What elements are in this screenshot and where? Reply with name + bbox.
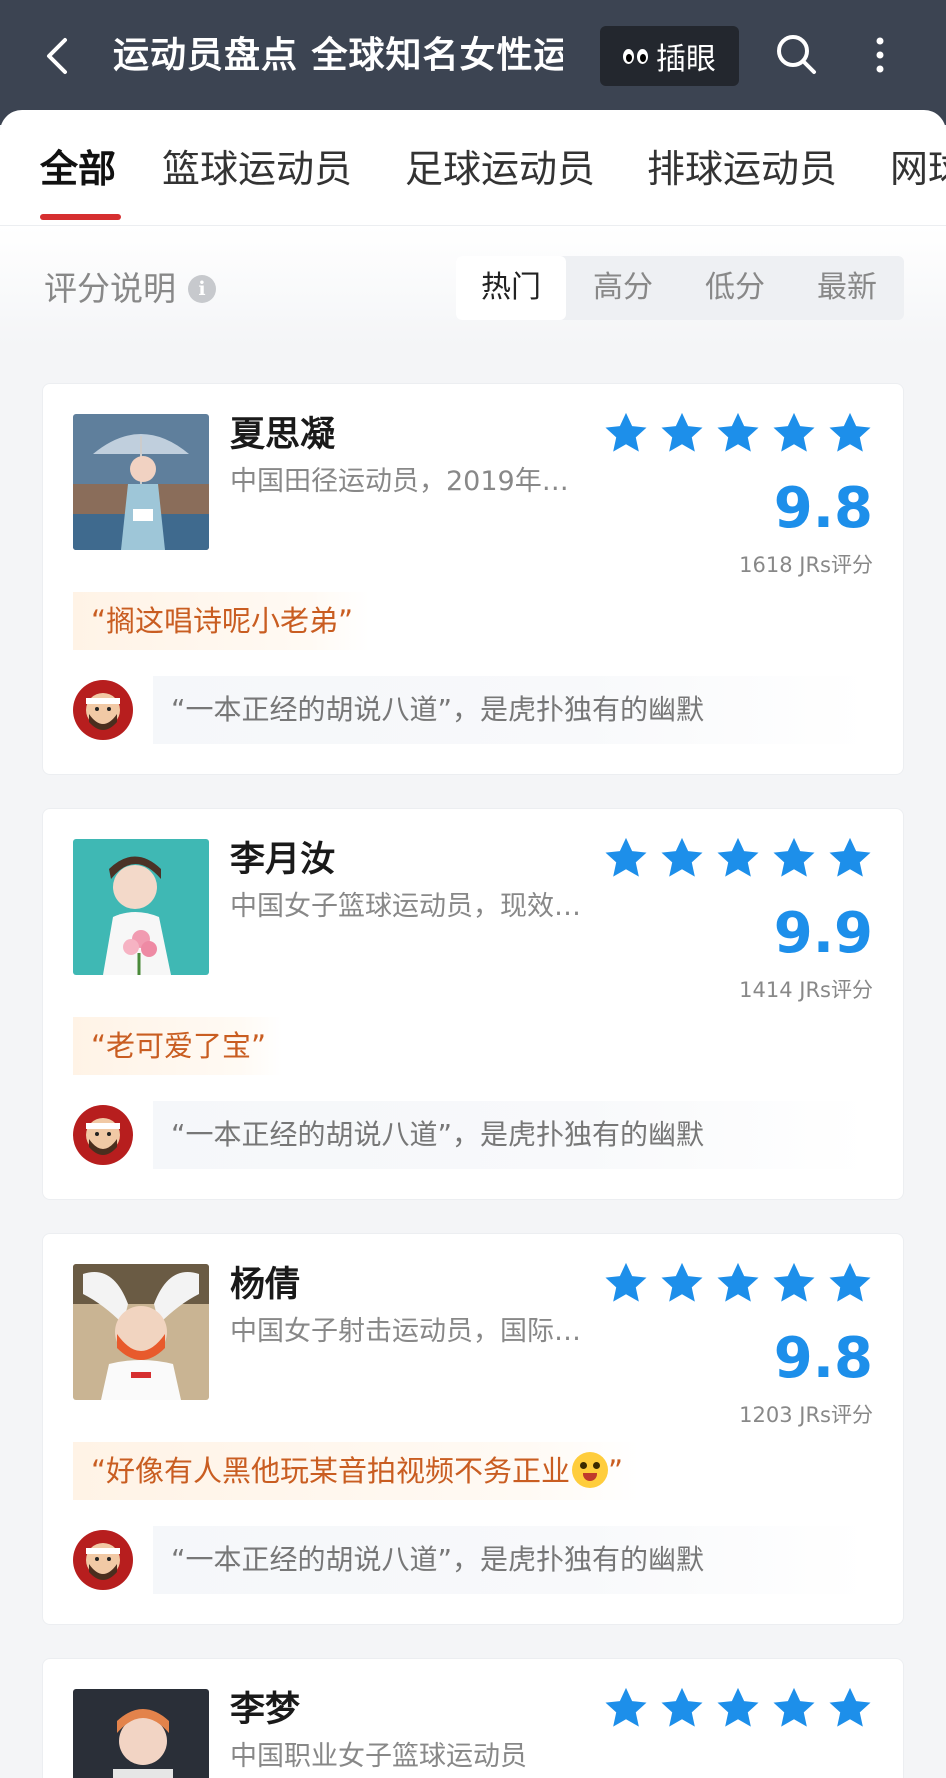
star-icon — [661, 412, 703, 452]
commenter-avatar[interactable] — [73, 1105, 133, 1165]
back-arrow-icon[interactable] — [38, 30, 78, 82]
athlete-name: 夏思凝 — [230, 415, 336, 455]
athlete-card[interactable]: 夏思凝 中国田径运动员，2019年… 9.8 1618 JRs评分 “搁这唱诗呢… — [42, 383, 904, 775]
eyes-icon — [623, 48, 648, 64]
star-icon — [605, 837, 647, 877]
star-icon — [717, 1262, 759, 1302]
top-quote[interactable]: “老可爱了宝” — [73, 1017, 283, 1075]
top-quote-end: ” — [608, 1454, 624, 1488]
star-icon — [773, 1262, 815, 1302]
athlete-card[interactable]: 杨倩 中国女子射击运动员，国际… 9.8 1203 JRs评分 “好像有人黑他玩… — [42, 1233, 904, 1625]
star-icon — [605, 1687, 647, 1727]
search-icon[interactable] — [774, 32, 820, 78]
top-quote[interactable]: “好像有人黑他玩某音拍视频不务正业 ” — [73, 1442, 640, 1500]
star-icon — [829, 1687, 871, 1727]
star-icon — [773, 412, 815, 452]
sort-latest[interactable]: 最新 — [792, 256, 902, 320]
sort-segmented-control: 热门 高分 低分 最新 — [456, 256, 904, 320]
rating-explain-label: 评分说明 — [44, 269, 176, 308]
tab-football[interactable]: 足球运动员 — [405, 144, 595, 194]
laughing-emoji-icon — [572, 1452, 609, 1488]
info-icon: i — [188, 275, 216, 303]
star-icon — [661, 837, 703, 877]
athlete-desc: 中国女子射击运动员，国际… — [230, 1316, 581, 1347]
star-icon — [717, 837, 759, 877]
star-rating — [603, 1260, 873, 1306]
comment-text[interactable]: “一本正经的胡说八道”，是虎扑独有的幽默 — [153, 676, 869, 744]
star-icon — [661, 1262, 703, 1302]
bookmark-eye-button[interactable]: 插眼 — [600, 26, 739, 86]
eye-button-label: 插眼 — [656, 42, 716, 77]
athlete-photo — [73, 1264, 209, 1400]
rating-count: 1414 JRs评分 — [739, 978, 873, 1002]
sort-low-score[interactable]: 低分 — [680, 256, 790, 320]
top-bar: 运动员盘点 全球知名女性运 插眼 — [0, 0, 946, 125]
athlete-name: 李梦 — [230, 1690, 301, 1730]
athlete-photo — [73, 839, 209, 975]
rating-count: 1618 JRs评分 — [739, 553, 873, 577]
sort-bar: 评分说明 i 热门 高分 低分 最新 — [0, 226, 946, 346]
star-icon — [773, 1687, 815, 1727]
tab-tennis[interactable]: 网球 — [890, 144, 946, 194]
sort-high-score[interactable]: 高分 — [568, 256, 678, 320]
commenter-avatar[interactable] — [73, 1530, 133, 1590]
athlete-score: 9.8 — [773, 476, 873, 541]
star-icon — [661, 1687, 703, 1727]
athlete-name: 李月汝 — [230, 840, 336, 880]
athlete-desc: 中国职业女子篮球运动员 — [230, 1741, 527, 1772]
top-quote[interactable]: “搁这唱诗呢小老弟” — [73, 592, 370, 650]
athlete-desc: 中国田径运动员，2019年… — [230, 466, 569, 497]
active-tab-indicator — [40, 214, 121, 220]
rating-count: 1203 JRs评分 — [739, 1403, 873, 1427]
star-icon — [773, 837, 815, 877]
athlete-photo — [73, 414, 209, 550]
star-icon — [717, 412, 759, 452]
star-icon — [605, 1262, 647, 1302]
star-icon — [829, 412, 871, 452]
star-rating — [603, 410, 873, 456]
star-icon — [829, 837, 871, 877]
sort-hot[interactable]: 热门 — [456, 256, 566, 320]
star-rating — [603, 1685, 873, 1731]
tab-all[interactable]: 全部 — [40, 144, 116, 194]
athlete-photo — [73, 1689, 209, 1778]
athlete-score: 9.9 — [773, 901, 873, 966]
more-menu-icon[interactable] — [862, 32, 898, 78]
page-title: 运动员盘点 全球知名女性运 — [113, 35, 563, 76]
tab-volleyball[interactable]: 排球运动员 — [647, 144, 837, 194]
rating-explain-link[interactable]: 评分说明 i — [44, 264, 216, 314]
athlete-desc: 中国女子篮球运动员，现效… — [230, 891, 581, 922]
commenter-avatar[interactable] — [73, 680, 133, 740]
star-icon — [829, 1262, 871, 1302]
star-icon — [717, 1687, 759, 1727]
star-icon — [605, 412, 647, 452]
star-rating — [603, 835, 873, 881]
comment-text[interactable]: “一本正经的胡说八道”，是虎扑独有的幽默 — [153, 1526, 869, 1594]
tab-basketball[interactable]: 篮球运动员 — [162, 144, 352, 194]
category-tabs: 全部 篮球运动员 足球运动员 排球运动员 网球 — [0, 110, 946, 226]
athlete-card[interactable]: 李月汝 中国女子篮球运动员，现效… 9.9 1414 JRs评分 “老可爱了宝”… — [42, 808, 904, 1200]
comment-text[interactable]: “一本正经的胡说八道”，是虎扑独有的幽默 — [153, 1101, 869, 1169]
athlete-score: 9.8 — [773, 1326, 873, 1391]
top-quote-text: “好像有人黑他玩某音拍视频不务正业 — [91, 1454, 571, 1488]
athlete-card[interactable]: 李梦 中国职业女子篮球运动员 — [42, 1658, 904, 1778]
athlete-name: 杨倩 — [230, 1265, 301, 1305]
